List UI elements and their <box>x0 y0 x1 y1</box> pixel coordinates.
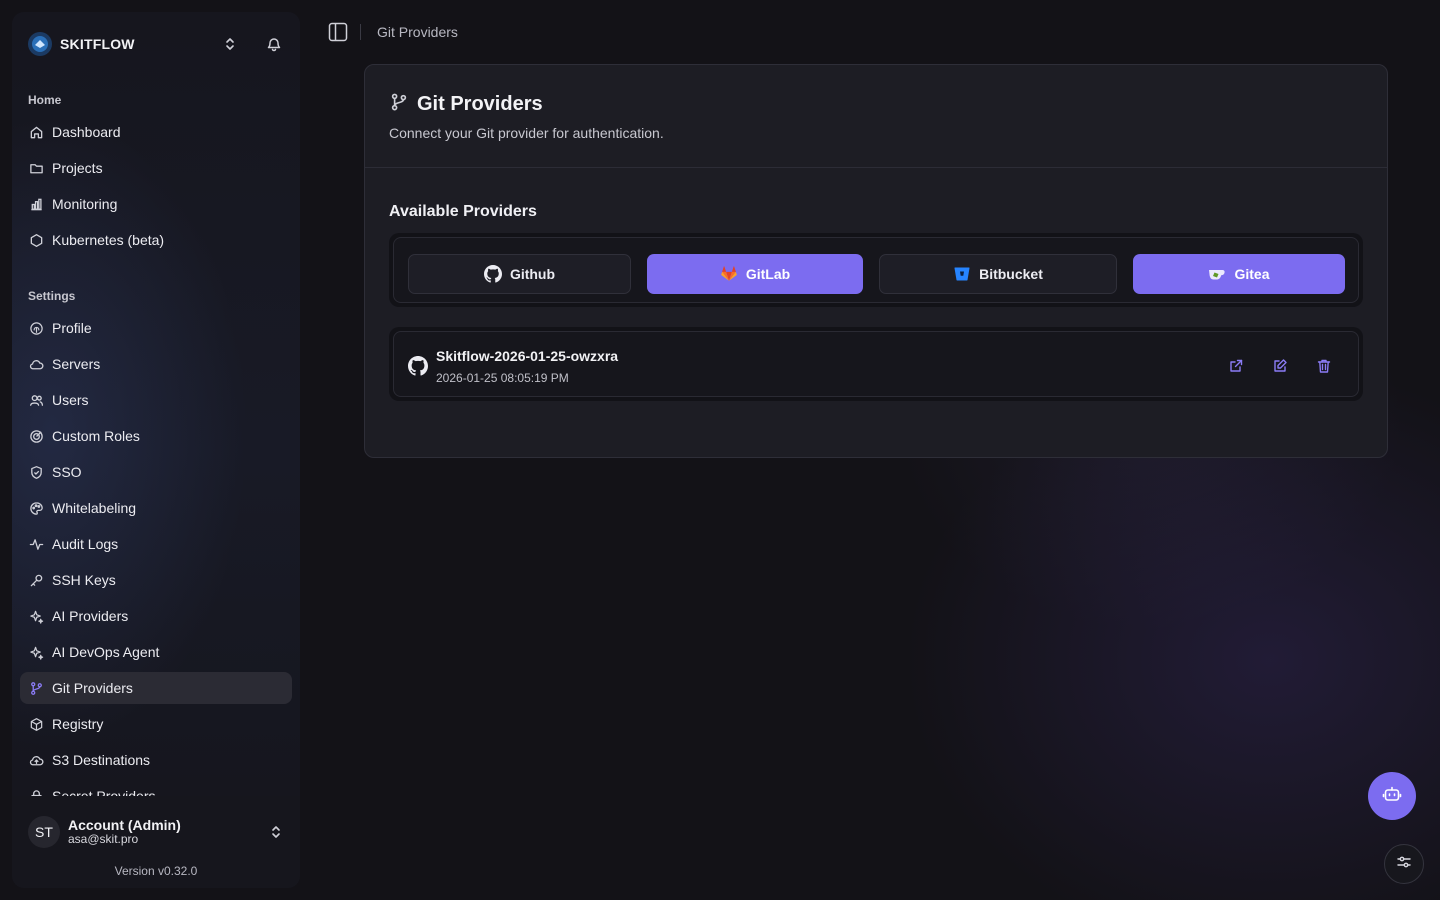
cloud-upload-icon <box>28 752 44 768</box>
provider-label: Bitbucket <box>979 266 1043 282</box>
sidebar-item-servers[interactable]: Servers <box>20 348 292 380</box>
provider-label: GitLab <box>745 266 791 282</box>
sidebar-item-git-providers[interactable]: Git Providers <box>20 672 292 704</box>
sidebar-item-label: Profile <box>52 320 92 336</box>
sidebar-item-monitoring[interactable]: Monitoring <box>20 188 292 220</box>
git-branch-icon <box>389 92 409 117</box>
page-description: Connect your Git provider for authentica… <box>389 125 664 141</box>
list-item: Skitflow-2026-01-25-owzxra 2026-01-25 08… <box>393 331 1359 397</box>
github-icon <box>408 356 428 376</box>
sidebar-item-profile[interactable]: Profile <box>20 312 292 344</box>
cloud-icon <box>28 356 44 372</box>
provider-label: Gitea <box>1234 266 1270 282</box>
sidebar-item-label: Audit Logs <box>52 536 119 552</box>
package-icon <box>28 716 44 732</box>
sidebar-item-label: Whitelabeling <box>52 500 137 516</box>
brand-name: SKITFLOW <box>60 36 135 52</box>
sidebar-item-ai-providers[interactable]: AI Providers <box>20 600 292 632</box>
sidebar-item-sso[interactable]: SSO <box>20 456 292 488</box>
gitea-provider-button[interactable]: Gitea <box>1133 254 1345 294</box>
sidebar-item-label: Registry <box>52 716 104 732</box>
providers-panel: Github GitLab Bitbucket Gitea <box>389 233 1363 307</box>
sidebar-item-label: Git Providers <box>52 680 133 696</box>
sidebar-item-label: Kubernetes (beta) <box>52 232 165 248</box>
sidebar-item-label: Servers <box>52 356 101 372</box>
bar-chart-icon <box>28 196 44 212</box>
users-icon <box>28 392 44 408</box>
sidebar-item-label: SSH Keys <box>52 572 116 588</box>
sparkles-icon <box>28 644 44 660</box>
shield-icon <box>28 464 44 480</box>
gitlab-provider-button[interactable]: GitLab <box>647 254 863 294</box>
header-divider <box>360 24 361 40</box>
folder-icon <box>28 160 44 176</box>
account-email: asa@skit.pro <box>68 832 139 847</box>
activity-icon <box>28 536 44 552</box>
section-label-home: Home <box>28 93 62 107</box>
avatar: ST <box>28 816 60 848</box>
provider-account-name: Skitflow-2026-01-25-owzxra <box>436 348 619 364</box>
account-name: Account (Admin) <box>68 817 181 834</box>
git-providers-card: Git Providers Connect your Git provider … <box>364 64 1388 458</box>
sidebar-item-label: AI Providers <box>52 608 129 624</box>
sidebar-item-label: SSO <box>52 464 82 480</box>
sidebar-item-projects[interactable]: Projects <box>20 152 292 184</box>
target-icon <box>28 428 44 444</box>
preferences-button[interactable] <box>1384 844 1424 884</box>
breadcrumb[interactable]: Git Providers <box>377 24 458 40</box>
bitbucket-icon <box>953 265 971 283</box>
sidebar-item-custom-roles[interactable]: Custom Roles <box>20 420 292 452</box>
page-title: Git Providers <box>417 93 543 115</box>
skitflow-logo-icon <box>28 32 52 56</box>
external-link-icon[interactable] <box>1226 356 1246 376</box>
github-icon <box>483 265 502 283</box>
gitlab-icon <box>720 265 738 283</box>
version-label: Version v0.32.0 <box>114 864 198 878</box>
gitea-icon <box>1208 265 1226 283</box>
bitbucket-provider-button[interactable]: Bitbucket <box>879 254 1117 294</box>
sidebar: SKITFLOW Home Dashboard Projects Monitor… <box>12 12 300 888</box>
git-branch-icon <box>28 680 44 696</box>
available-providers-heading: Available Providers <box>389 203 537 220</box>
card-header: Git Providers Connect your Git provider … <box>365 65 1387 168</box>
sliders-icon <box>1396 854 1412 875</box>
trash-icon[interactable] <box>1314 356 1334 376</box>
fingerprint-icon <box>28 320 44 336</box>
sidebar-item-label: Users <box>52 392 89 408</box>
sidebar-item-ssh-keys[interactable]: SSH Keys <box>20 564 292 596</box>
connected-providers-list: Skitflow-2026-01-25-owzxra 2026-01-25 08… <box>389 327 1363 401</box>
sidebar-toggle-icon[interactable] <box>328 22 348 42</box>
account-menu[interactable]: ST Account (Admin) asa@skit.pro <box>28 810 284 854</box>
sidebar-item-label: Monitoring <box>52 196 118 212</box>
sidebar-item-audit-logs[interactable]: Audit Logs <box>20 528 292 560</box>
palette-icon <box>28 500 44 516</box>
github-provider-button[interactable]: Github <box>408 254 631 294</box>
sidebar-item-label: Dashboard <box>52 124 121 140</box>
sidebar-item-dashboard[interactable]: Dashboard <box>20 116 292 148</box>
sidebar-item-label: Custom Roles <box>52 428 140 444</box>
chevrons-up-down-icon[interactable] <box>268 822 284 842</box>
hexagon-icon <box>28 232 44 248</box>
sparkles-icon <box>28 608 44 624</box>
ai-assistant-button[interactable] <box>1368 772 1416 820</box>
chevrons-up-down-icon[interactable] <box>220 34 240 54</box>
sidebar-item-ai-devops-agent[interactable]: AI DevOps Agent <box>20 636 292 668</box>
sidebar-item-whitelabeling[interactable]: Whitelabeling <box>20 492 292 524</box>
edit-icon[interactable] <box>1270 356 1290 376</box>
bell-icon[interactable] <box>264 34 284 54</box>
sidebar-item-label: Projects <box>52 160 103 176</box>
brand-header[interactable]: SKITFLOW <box>28 30 284 58</box>
sidebar-item-registry[interactable]: Registry <box>20 708 292 740</box>
sidebar-item-label: AI DevOps Agent <box>52 644 160 660</box>
key-icon <box>28 572 44 588</box>
section-label-settings: Settings <box>28 289 76 303</box>
sidebar-item-users[interactable]: Users <box>20 384 292 416</box>
home-icon <box>28 124 44 140</box>
provider-created-date: 2026-01-25 08:05:19 PM <box>436 371 569 385</box>
sidebar-item-s3-destinations[interactable]: S3 Destinations <box>20 744 292 776</box>
sidebar-item-kubernetes[interactable]: Kubernetes (beta) <box>20 224 292 256</box>
sidebar-item-label: S3 Destinations <box>52 752 151 768</box>
provider-label: Github <box>509 266 556 282</box>
bot-icon <box>1382 784 1402 809</box>
